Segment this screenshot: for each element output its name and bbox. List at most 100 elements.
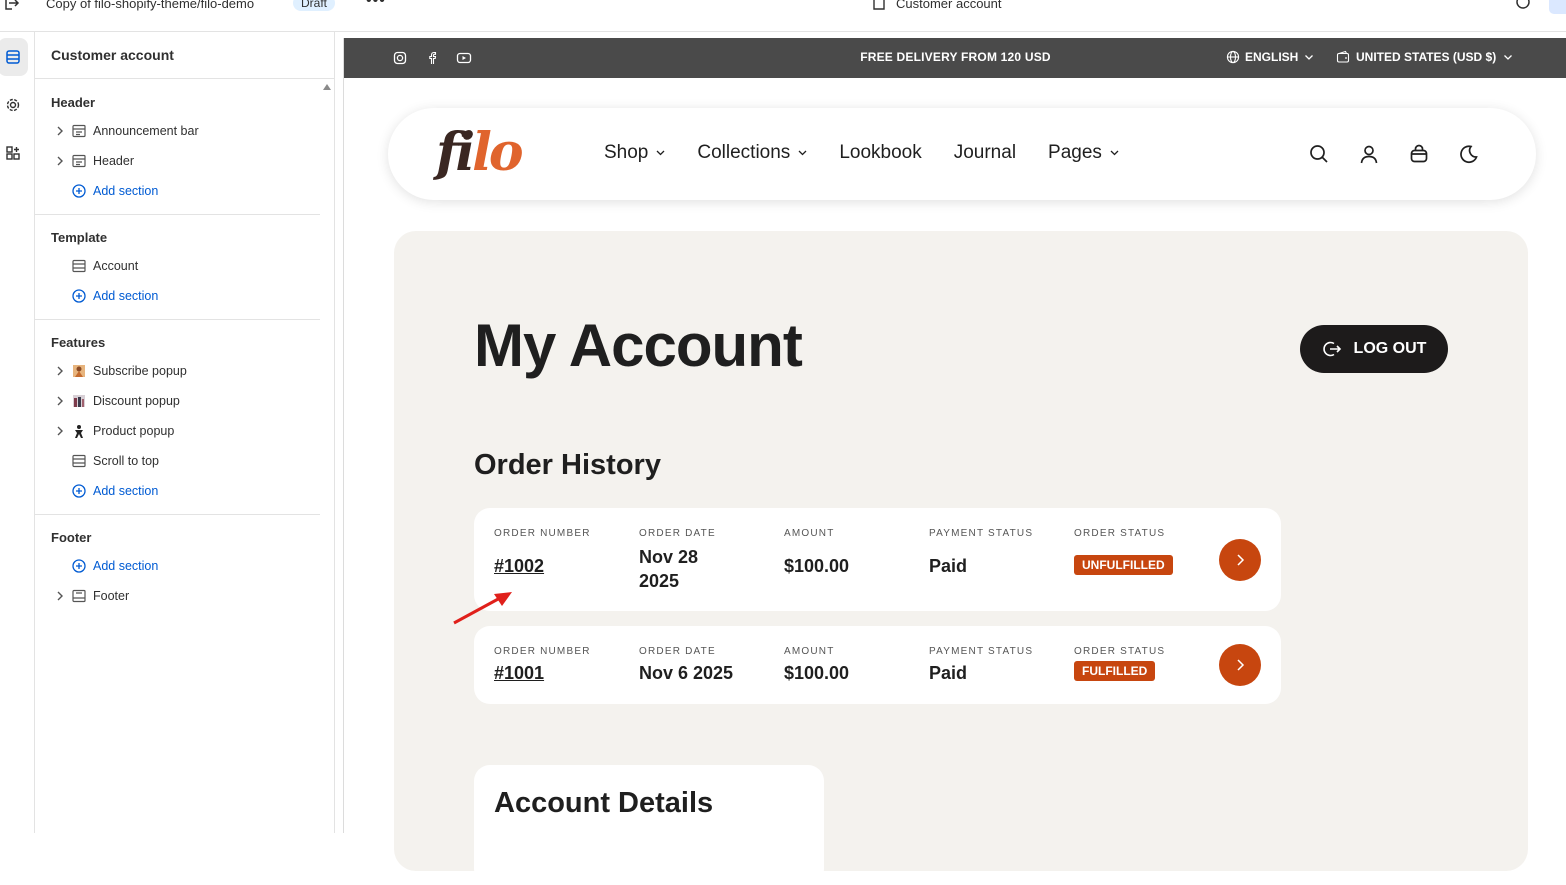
section-scroll-to-top[interactable]: Scroll to top: [51, 449, 159, 473]
user-avatar-icon[interactable]: [1549, 0, 1566, 14]
store-preview: FREE DELIVERY FROM 120 USD ENGLISH UNITE…: [343, 38, 1566, 885]
chevron-right-icon[interactable]: [51, 591, 69, 601]
section-account[interactable]: Account: [51, 254, 138, 278]
payment-status: Paid: [929, 556, 968, 576]
order-number-col: ORDER NUMBER #1002: [494, 528, 591, 578]
dark-mode-icon[interactable]: [1457, 142, 1481, 166]
status-badge: FULFILLED: [1074, 661, 1156, 681]
footer-group: Footer Add section Footer: [35, 514, 320, 624]
add-circle-icon: [71, 183, 87, 199]
header-group: Header Announcement bar Header Add secti…: [35, 79, 320, 215]
column-label: ORDER STATUS: [1074, 528, 1166, 539]
section-label: Product popup: [93, 424, 175, 438]
view-order-button[interactable]: [1219, 539, 1261, 581]
menu-item-collections[interactable]: Collections: [697, 142, 807, 164]
chevron-right-icon[interactable]: [51, 426, 69, 436]
menu-item-shop[interactable]: Shop: [604, 142, 665, 164]
cart-icon[interactable]: [1407, 142, 1431, 166]
chevron-down-icon: [1504, 55, 1513, 60]
announcement-bar: FREE DELIVERY FROM 120 USD ENGLISH UNITE…: [344, 38, 1566, 78]
menu-item-journal[interactable]: Journal: [954, 142, 1016, 164]
order-amount: $100.00: [784, 556, 850, 576]
section-header[interactable]: Header: [51, 149, 134, 173]
add-section-label: Add section: [93, 289, 159, 303]
column-label: ORDER DATE: [639, 528, 716, 539]
menu-item-pages[interactable]: Pages: [1048, 142, 1119, 164]
order-row: ORDER NUMBER #1002 ORDER DATE Nov 28 202…: [474, 508, 1281, 611]
sections-sidebar: Customer account Header Announcement bar…: [35, 32, 335, 833]
group-title-features: Features: [51, 335, 106, 350]
column-label: ORDER NUMBER: [494, 528, 591, 539]
product-popup-thumbnail-icon: [71, 423, 87, 439]
add-section-template[interactable]: Add section: [51, 284, 158, 308]
section-label: Subscribe popup: [93, 364, 187, 378]
logout-icon: [1322, 341, 1341, 357]
section-label: Scroll to top: [93, 454, 160, 468]
chevron-right-icon[interactable]: [51, 396, 69, 406]
more-actions-icon[interactable]: •••: [366, 0, 386, 10]
column-label: AMOUNT: [784, 528, 835, 539]
apps-rail-button[interactable]: [0, 134, 28, 172]
editor-icon-rail: [0, 32, 35, 833]
column-label: ORDER NUMBER: [494, 646, 591, 657]
chevron-right-icon[interactable]: [51, 156, 69, 166]
section-product-popup[interactable]: Product popup: [51, 419, 174, 443]
column-label: ORDER DATE: [639, 646, 716, 657]
menu-label: Lookbook: [839, 142, 922, 163]
add-section-header[interactable]: Add section: [51, 179, 158, 203]
order-date-col: ORDER DATE Nov 28 2025: [639, 528, 716, 593]
logo-part-2: lo: [472, 122, 523, 183]
gear-icon: [6, 98, 20, 112]
logout-button[interactable]: LOG OUT: [1300, 325, 1448, 373]
account-page: My Account LOG OUT Order History ORDER N…: [394, 231, 1528, 885]
search-icon[interactable]: [1307, 142, 1331, 166]
chevron-right-icon[interactable]: [51, 366, 69, 376]
add-section-label: Add section: [93, 184, 159, 198]
preview-icon[interactable]: [1514, 0, 1532, 10]
sections-icon: [6, 50, 20, 64]
exit-icon[interactable]: [2, 0, 20, 12]
settings-rail-button[interactable]: [0, 86, 28, 124]
main-menu: Shop Collections Lookbook Journal Pages: [604, 142, 1151, 164]
page-selector[interactable]: Customer account: [896, 0, 1002, 11]
section-footer[interactable]: Footer: [51, 584, 129, 608]
template-group: Template Account Add section: [35, 214, 320, 320]
add-section-features[interactable]: Add section: [51, 479, 158, 503]
add-circle-icon: [71, 483, 87, 499]
footer-layout-icon: [71, 588, 87, 604]
language-selector[interactable]: ENGLISH: [1226, 50, 1314, 64]
payment-status-col: PAYMENT STATUS Paid: [929, 646, 1033, 685]
section-subscribe-popup[interactable]: Subscribe popup: [51, 359, 187, 383]
sections-rail-button[interactable]: [0, 38, 28, 76]
section-announcement-bar[interactable]: Announcement bar: [51, 119, 199, 143]
account-icon[interactable]: [1357, 142, 1381, 166]
features-group: Features Subscribe popup Discount popup …: [35, 319, 320, 515]
menu-item-lookbook[interactable]: Lookbook: [839, 142, 921, 164]
section-layout-icon: [71, 453, 87, 469]
chevron-right-icon: [1237, 659, 1245, 671]
section-label: Account: [93, 259, 139, 273]
section-discount-popup[interactable]: Discount popup: [51, 389, 180, 413]
menu-label: Pages: [1048, 142, 1102, 163]
group-title-template: Template: [51, 230, 108, 245]
section-label: Discount popup: [93, 394, 180, 408]
order-date: Nov 6 2025: [639, 663, 734, 683]
chevron-down-icon: [1305, 55, 1314, 60]
sidebar-title: Customer account: [51, 47, 174, 63]
add-circle-icon: [71, 558, 87, 574]
store-logo[interactable]: filo: [436, 122, 524, 184]
currency-selector[interactable]: UNITED STATES (USD $): [1336, 50, 1513, 64]
order-number-link[interactable]: #1001: [494, 661, 591, 685]
chevron-right-icon[interactable]: [51, 126, 69, 136]
order-date: Nov 28 2025: [639, 545, 716, 593]
scroll-up-arrow-icon[interactable]: [323, 84, 331, 90]
logo-part-1: fi: [436, 122, 475, 183]
payment-status-col: PAYMENT STATUS Paid: [929, 528, 1033, 578]
view-order-button[interactable]: [1219, 644, 1261, 686]
add-section-footer[interactable]: Add section: [51, 554, 158, 578]
order-number-link[interactable]: #1002: [494, 554, 591, 578]
add-section-label: Add section: [93, 559, 159, 573]
status-badge: UNFULFILLED: [1074, 555, 1173, 575]
menu-label: Shop: [604, 142, 649, 163]
account-details-card: Account Details: [474, 765, 824, 885]
